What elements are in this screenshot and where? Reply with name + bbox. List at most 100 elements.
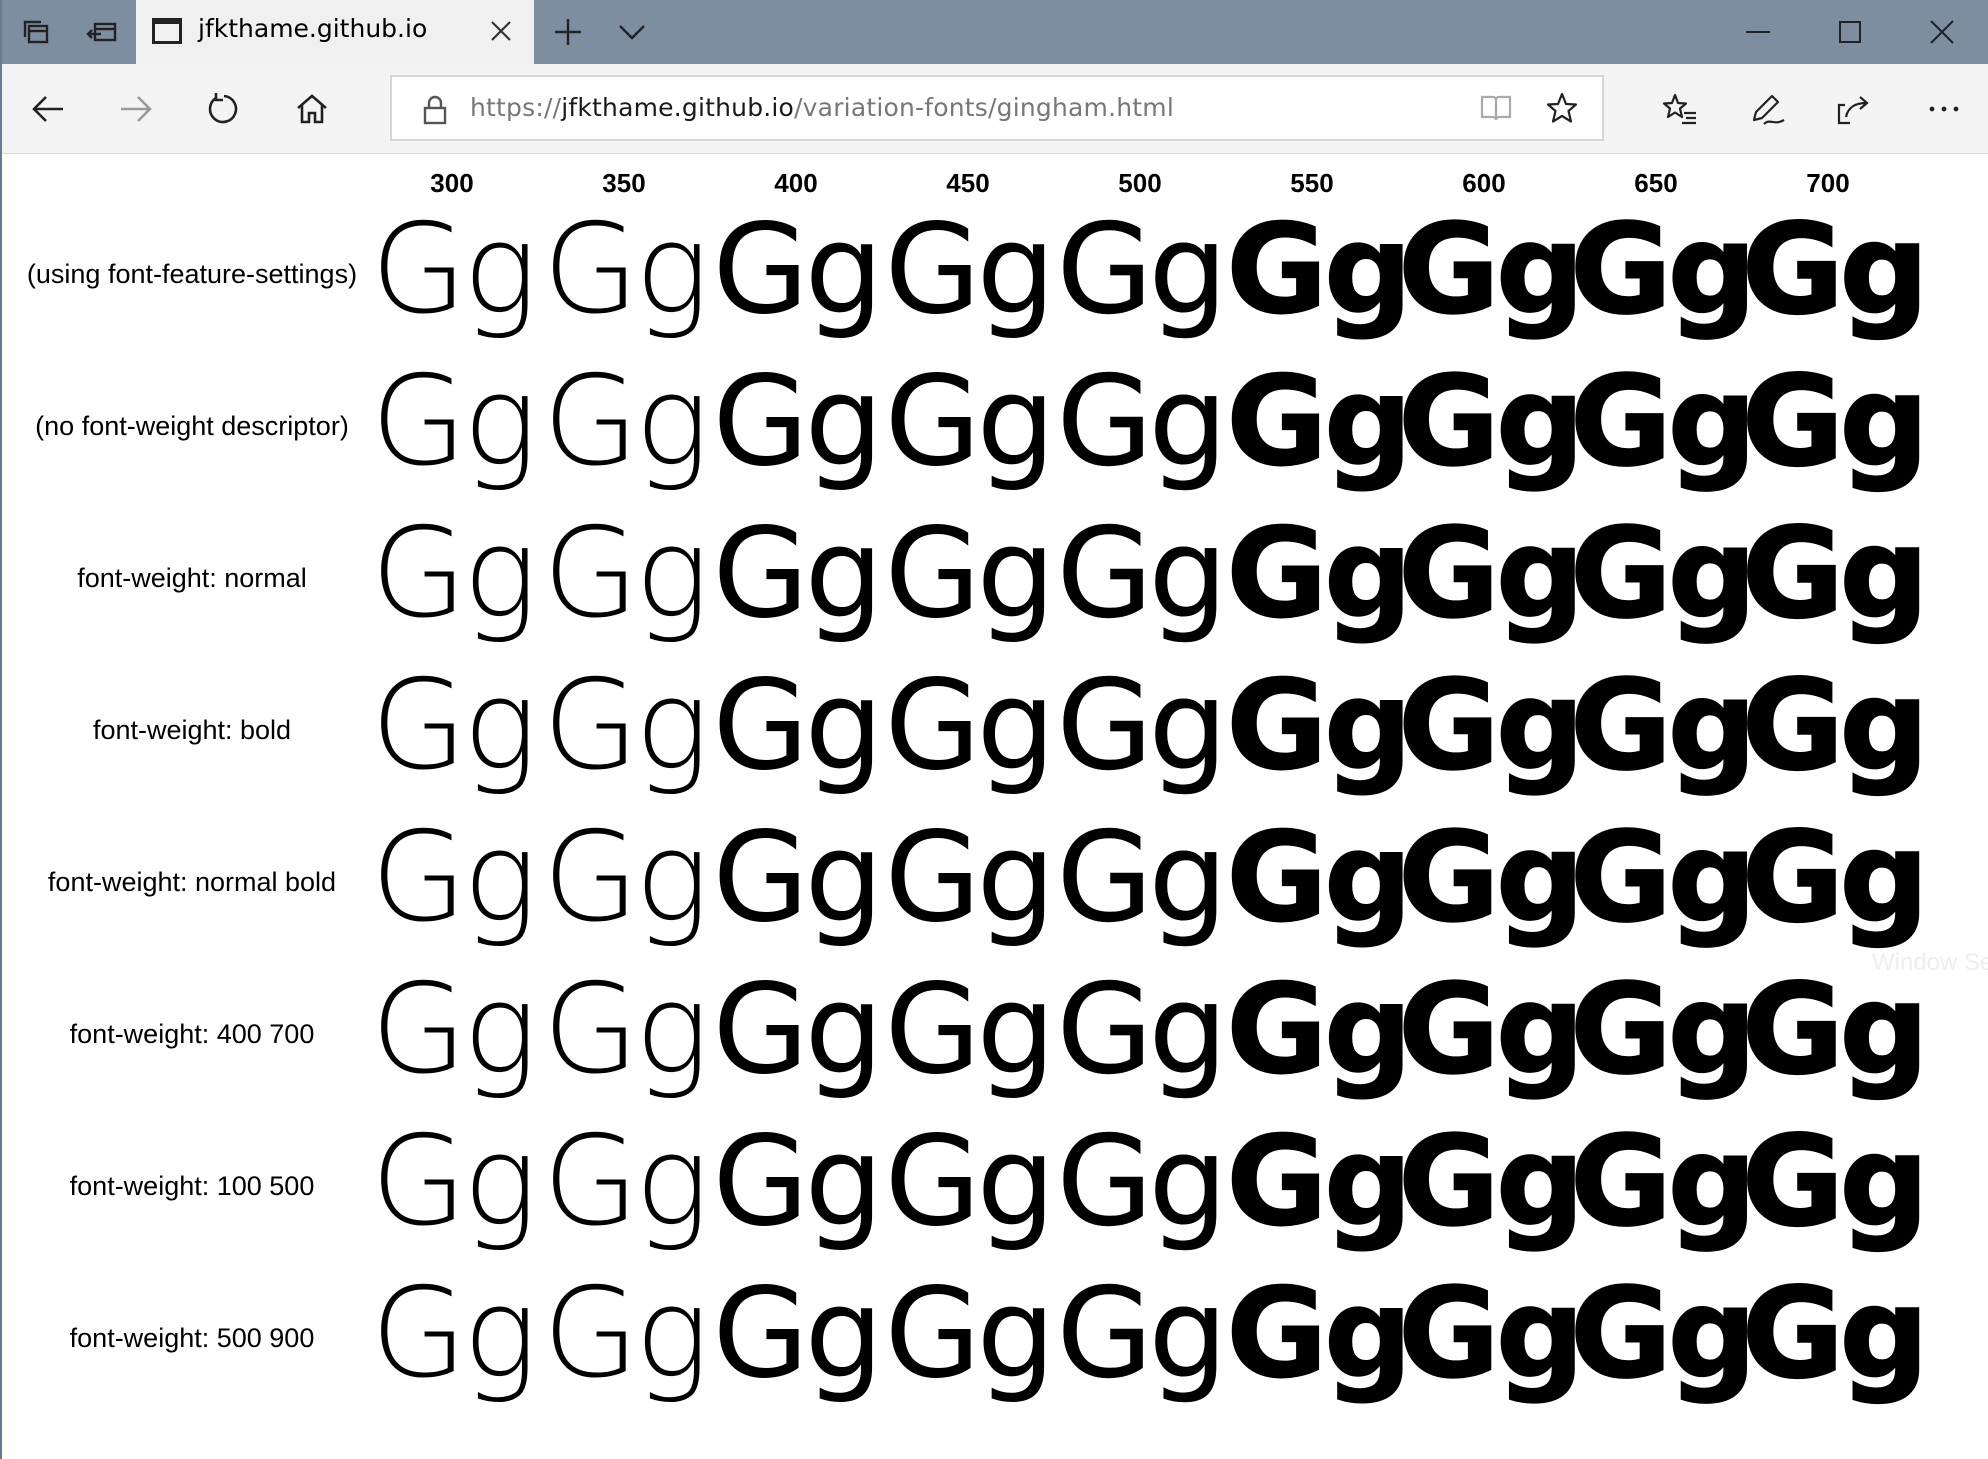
sample-text: Gg	[1056, 1110, 1227, 1254]
sample-text: Gg	[542, 1262, 710, 1406]
sample-text: Gg	[1397, 502, 1585, 646]
tab-set-aside-icon[interactable]	[4, 0, 68, 64]
sample-text: Gg	[370, 350, 538, 494]
sample-text: Gg	[1056, 1262, 1227, 1406]
title-bar: jfkthame.github.io	[2, 0, 1988, 64]
sample-text: Gg	[884, 958, 1056, 1102]
minimize-icon[interactable]	[1714, 0, 1802, 64]
row-label: (no font-weight descriptor)	[35, 411, 349, 441]
sample-text: Gg	[1741, 958, 1930, 1102]
share-icon[interactable]	[1814, 64, 1894, 154]
sample-text: Gg	[1397, 654, 1585, 798]
sample-text: Gg	[370, 1110, 538, 1254]
reading-view-icon[interactable]	[1466, 77, 1526, 139]
sample-text: Gg	[1569, 1262, 1757, 1406]
sample-text: Gg	[884, 1110, 1056, 1254]
sample-text: Gg	[1226, 350, 1413, 494]
column-header-350: 350	[602, 168, 646, 198]
close-icon[interactable]	[482, 12, 520, 50]
sample-text: Gg	[1226, 198, 1413, 342]
sample-text: Gg	[712, 958, 884, 1102]
sample-text: Gg	[712, 1110, 884, 1254]
sample-text: Gg	[542, 654, 710, 798]
sample-text: Gg	[1056, 350, 1227, 494]
sample-text: Gg	[370, 806, 538, 950]
sample-text: Gg	[370, 654, 538, 798]
page-content: Window Se 300 350 400 450 500 550 600 650 700 (us…	[2, 154, 1988, 1459]
sample-text: Gg	[1397, 1262, 1585, 1406]
sample-text: Gg	[542, 198, 710, 342]
row-label: font-weight: bold	[92, 715, 292, 745]
favorite-star-icon[interactable]	[1532, 77, 1592, 139]
maximize-icon[interactable]	[1806, 0, 1894, 64]
window-close-icon[interactable]	[1898, 0, 1986, 64]
sample-text: Gg	[884, 502, 1056, 646]
sample-text: Gg	[1741, 806, 1930, 950]
sample-text: Gg	[1226, 958, 1413, 1102]
sample-text: Gg	[1226, 502, 1413, 646]
back-icon[interactable]	[8, 64, 88, 154]
sample-text: Gg	[884, 806, 1056, 950]
tab-restore-icon[interactable]	[70, 0, 134, 64]
forward-icon[interactable]	[96, 64, 176, 154]
sample-text: Gg	[1741, 1110, 1930, 1254]
sample-text: Gg	[1569, 350, 1757, 494]
refresh-icon[interactable]	[184, 64, 264, 154]
sample-text: Gg	[1056, 198, 1227, 342]
home-icon[interactable]	[272, 64, 352, 154]
row-label: font-weight: 400 700	[69, 1019, 315, 1049]
sample-text: Gg	[370, 958, 538, 1102]
navigation-bar: https://jfkthame.github.io/variation-fon…	[2, 64, 1988, 154]
sample-text: Gg	[1741, 654, 1930, 798]
sample-text: Gg	[1226, 806, 1413, 950]
sample-text: Gg	[1056, 654, 1227, 798]
sample-text: Gg	[712, 806, 884, 950]
sample-text: Gg	[1569, 502, 1757, 646]
sample-text: Gg	[370, 198, 538, 342]
sample-text: Gg	[1226, 654, 1413, 798]
column-header-300: 300	[430, 168, 474, 198]
sample-text: Gg	[1056, 502, 1227, 646]
column-header-600: 600	[1462, 168, 1506, 198]
sample-text: Gg	[884, 350, 1056, 494]
url-host: jfkthame.github.io	[561, 93, 795, 122]
sample-text: Gg	[1741, 502, 1930, 646]
url-scheme: https://	[470, 93, 562, 122]
browser-window: jfkthame.github.io https://jfkthame.gith…	[0, 0, 1988, 1459]
sample-text: Gg	[1569, 198, 1757, 342]
url-text[interactable]: https://jfkthame.github.io/variation-fon…	[470, 93, 1174, 122]
chevron-down-icon[interactable]	[600, 0, 664, 64]
column-header-650: 650	[1634, 168, 1678, 198]
sample-text: Gg	[542, 502, 710, 646]
sample-text: Gg	[884, 198, 1056, 342]
sample-text: Gg	[1569, 654, 1757, 798]
sample-text: Gg	[1397, 198, 1585, 342]
sample-text: Gg	[884, 1262, 1056, 1406]
address-bar[interactable]: https://jfkthame.github.io/variation-fon…	[390, 75, 1604, 141]
page-icon	[152, 18, 182, 44]
sample-text: Gg	[1226, 1262, 1413, 1406]
more-icon[interactable]	[1904, 64, 1984, 154]
column-header-450: 450	[946, 168, 990, 198]
url-path: /variation-fonts/gingham.html	[794, 93, 1174, 122]
sample-text: Gg	[1569, 806, 1757, 950]
sample-text: Gg	[1741, 350, 1930, 494]
sample-text: Gg	[1056, 958, 1227, 1102]
sample-text: Gg	[1569, 958, 1757, 1102]
row-label: (using font-feature-settings)	[26, 259, 358, 289]
favorites-hub-icon[interactable]	[1640, 64, 1720, 154]
sample-text: Gg	[370, 502, 538, 646]
sample-text: Gg	[1397, 958, 1585, 1102]
sample-text: Gg	[542, 1110, 710, 1254]
active-tab[interactable]: jfkthame.github.io	[136, 0, 534, 64]
row-label: font-weight: 100 500	[69, 1171, 315, 1201]
column-header-700: 700	[1806, 168, 1850, 198]
sample-text: Gg	[884, 654, 1056, 798]
sample-text: Gg	[370, 1262, 538, 1406]
pen-icon[interactable]	[1728, 64, 1808, 154]
sample-text: Gg	[1397, 350, 1585, 494]
sample-text: Gg	[542, 350, 710, 494]
column-header-400: 400	[774, 168, 818, 198]
new-tab-icon[interactable]	[536, 0, 600, 64]
sample-text: Gg	[712, 1262, 884, 1406]
